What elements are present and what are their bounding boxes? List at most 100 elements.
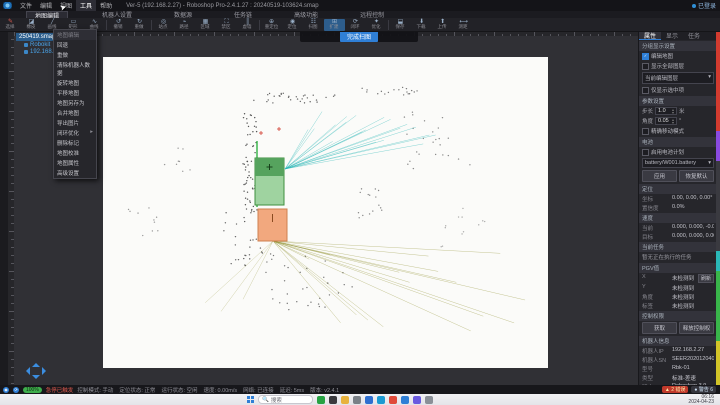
chevron-down-icon: ▾ [708,74,711,82]
ribbon-tab-任务链[interactable]: 任务链 [226,11,260,18]
menu-item-合并地图[interactable]: 合并地图 [54,108,96,118]
spinner-arrows-icon[interactable]: ▴▾ [672,118,674,124]
checkbox-icon[interactable] [642,128,649,135]
ruler-tick [526,34,527,36]
menu-item-导出图片[interactable]: 导出图片 [54,118,96,128]
menu-item-清除机器人数据[interactable]: 清除机器人数据 [54,60,96,78]
checkbox-显示全部图层[interactable]: 显示全部图层 [639,61,717,71]
刷新-button[interactable]: 刷新 [698,274,714,283]
tool-重做[interactable]: ↻重做 [129,19,150,31]
tool-测距[interactable]: ⟷测距 [453,19,474,31]
menu-item-删除标记[interactable]: 删除标记 [54,138,96,148]
menu-编辑[interactable]: 编辑 [36,0,56,11]
menu-item-高级设置[interactable]: 高级设置 [54,168,96,178]
store-icon[interactable] [413,396,421,404]
ruler-tick [11,55,14,56]
scroll-mark [716,31,720,131]
spin-input[interactable]: 0.05▴▾ [655,117,677,125]
ruler-tick [9,111,14,112]
panel-tab-显示[interactable]: 显示 [661,31,683,40]
释放控制权-button[interactable]: 释放控制权 [679,322,714,334]
tool-区域[interactable]: ▦区域 [195,19,216,31]
checkbox-仅显示选中项[interactable]: 仅显示选中项 [639,85,717,95]
pan-down-button[interactable] [32,375,40,383]
恢复默认-button[interactable]: 恢复默认 [679,170,714,182]
finish-scan-button[interactable]: 完成扫图 [340,31,378,42]
spin-input[interactable]: 1.0▴▾ [655,107,677,115]
taskbar-search[interactable]: 🔍 搜索 [258,395,313,404]
taskbar-clock[interactable]: 06:16 2024-04-23 [688,395,714,405]
checkbox-icon[interactable] [642,149,649,156]
menu-item-地图校准[interactable]: 地图校准 [54,148,96,158]
settings-icon[interactable] [425,396,433,404]
menu-item-地图另存为[interactable]: 地图另存为 [54,98,96,108]
tool-定位[interactable]: ◉定位 [282,19,303,31]
sync-status-icon[interactable]: ⟳ [13,387,19,393]
menu-文件[interactable]: 文件 [16,0,36,11]
checkbox-启用电池计划[interactable]: 启用电池计划 [639,147,717,157]
ribbon-tab-远程控制[interactable]: 远程控制 [352,11,392,18]
edge-browser-icon[interactable] [377,396,385,404]
tool-选择[interactable]: ✎选择 [0,19,21,31]
tool-撤销[interactable]: ↺撤销 [108,19,129,31]
tool-橡皮[interactable]: ◪橡皮 [21,19,42,31]
app-blue-icon[interactable] [365,396,373,404]
browser-icon[interactable] [401,396,409,404]
security-app-icon[interactable] [389,396,397,404]
checkbox-icon[interactable] [642,63,649,70]
tool-优化[interactable]: ✦优化 [366,19,387,31]
menu-item-平移地图[interactable]: 平移地图 [54,88,96,98]
tool-扩建[interactable]: ⊞扩建 [324,19,345,31]
获取-button[interactable]: 获取 [642,322,677,334]
ribbon-tab-高级功能[interactable]: 高级功能 [286,11,326,18]
tool-闭环[interactable]: ⟳闭环 [345,19,366,31]
panel-tab-任务[interactable]: 任务 [683,31,705,40]
scroll-minimap[interactable] [716,31,720,385]
menu-item-闭环优化[interactable]: 闭环优化▸ [54,128,96,138]
pan-left-button[interactable] [22,367,30,375]
应用-button[interactable]: 应用 [642,170,677,182]
checkbox-icon[interactable] [642,87,649,94]
error-badge[interactable]: ▲ 2 错误 [662,386,689,393]
ruler-tick [558,34,559,36]
tool-站点[interactable]: ◎站点 [153,19,174,31]
ribbon-tab-数据源[interactable]: 数据源 [166,11,200,18]
warning-badge[interactable]: ● 警告 6 [691,386,716,393]
tool-label: 保存 [396,25,405,30]
wps-icon[interactable] [317,396,325,404]
tool-上传[interactable]: ⬆上传 [432,19,453,31]
checkbox-编辑地图[interactable]: ✓编辑地图 [639,51,717,61]
ribbon-tab-机器人设置[interactable]: 机器人设置 [94,11,140,18]
session-status[interactable]: 已登录 [692,1,716,10]
pan-up-button[interactable] [32,359,40,367]
phone-link-icon[interactable] [353,396,361,404]
connect-status-icon[interactable]: ◉ [3,387,9,393]
tool-禁区[interactable]: ⛶禁区 [216,19,237,31]
ribbon-toolbar: ✎选择◪橡皮╱画线▭矩形∿曲线↺撤销↻重做◎站点⌁路径▦区域⛶禁区║虚墙⊕重定位… [0,18,720,32]
checkbox-精确移动模式[interactable]: 精确移动模式 [639,126,717,136]
menu-item-重做[interactable]: 重做 [54,50,96,60]
tool-路径[interactable]: ⌁路径 [174,19,195,31]
tool-下载[interactable]: ⬇下载 [411,19,432,31]
tool-扫图[interactable]: ☷扫图 [303,19,324,31]
start-button[interactable] [247,396,254,403]
select-field[interactable]: battery/W001.battery▾ [642,158,714,168]
checkbox-icon[interactable]: ✓ [642,53,649,60]
file-explorer-icon[interactable] [341,396,349,404]
info-key: 类型 [642,374,672,382]
menu-工具[interactable]: 工具 [76,0,96,11]
tool-保存[interactable]: ⬓保存 [390,19,411,31]
menu-item-旋转地图[interactable]: 旋转地图 [54,78,96,88]
pan-right-button[interactable] [42,367,50,375]
select-field[interactable]: 当前编辑图层▾ [642,72,714,84]
map-canvas[interactable]: 250419.smap Robokit192.168.2.27 + − [14,31,638,385]
spinner-arrows-icon[interactable]: ▴▾ [672,108,674,114]
menu-item-地图属性[interactable]: 地图属性 [54,158,96,168]
menu-item-回退[interactable]: 回退 [54,40,96,50]
notepad-icon[interactable] [329,396,337,404]
tool-虚墙[interactable]: ║虚墙 [237,19,258,31]
tool-重定位[interactable]: ⊕重定位 [261,19,282,31]
tool-label: 扩建 [330,25,339,30]
ruler-tick [438,34,439,36]
panel-tab-属性[interactable]: 属性 [639,31,661,40]
